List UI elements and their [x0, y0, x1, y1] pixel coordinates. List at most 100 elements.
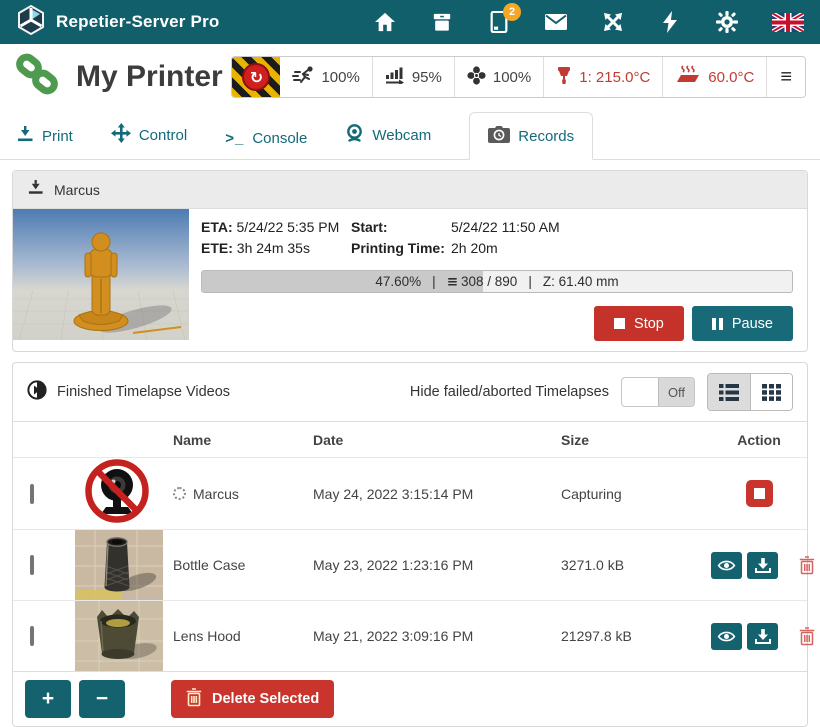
timelapse-panel: Finished Timelapse Videos Hide failed/ab… — [12, 362, 808, 727]
extruder-temp-status[interactable]: 1: 215.0°C — [543, 57, 662, 97]
webcam-tab-icon — [345, 124, 364, 147]
hamburger-icon: ≡ — [780, 66, 792, 89]
bolt-icon[interactable] — [658, 10, 682, 34]
job-panel-header: Marcus — [13, 171, 807, 209]
table-row: Bottle Case May 23, 2022 1:23:16 PM 3271… — [13, 529, 807, 600]
current-job-panel: Marcus — [12, 170, 808, 352]
archive-box-icon[interactable] — [430, 10, 454, 34]
queue-badge: 2 — [503, 3, 521, 21]
emergency-stop-icon: ↻ — [242, 63, 270, 91]
speed-status[interactable]: 100% — [280, 57, 371, 97]
delete-record-icon[interactable] — [799, 556, 815, 575]
ete-label: ETE: — [201, 240, 233, 256]
grid-view-button[interactable] — [750, 374, 792, 410]
table-row: Lens Hood May 21, 2022 3:09:16 PM 21297.… — [13, 600, 807, 671]
record-thumbnail — [75, 601, 163, 671]
top-navbar: Repetier-Server Pro 2 — [0, 0, 820, 44]
row-checkbox[interactable] — [30, 626, 34, 646]
download-video-button[interactable] — [747, 552, 778, 579]
records-tab-icon — [488, 125, 510, 147]
start-label: Start: — [351, 219, 388, 235]
record-name: Bottle Case — [173, 557, 313, 573]
bed-temp-value: 60.0°C — [708, 69, 754, 86]
print-progress-bar: 47.60% | ≡308 / 890 | Z: 61.40 mm — [201, 270, 793, 293]
pause-label: Pause — [732, 316, 773, 332]
minus-icon: − — [96, 687, 108, 711]
record-thumbnail — [75, 530, 163, 600]
flow-value: 95% — [412, 69, 442, 86]
brand[interactable]: Repetier-Server Pro — [16, 5, 219, 40]
list-view-button[interactable] — [708, 374, 750, 410]
nav-icons: 2 — [373, 10, 804, 34]
job-preview-image — [13, 209, 189, 340]
printer-title: My Printer — [76, 60, 223, 94]
toggle-knob — [622, 378, 659, 406]
progress-separator: | — [528, 274, 532, 289]
z-height-value: Z: 61.40 mm — [543, 274, 619, 289]
row-checkbox[interactable] — [30, 484, 34, 504]
stop-icon — [754, 488, 765, 499]
view-video-button[interactable] — [711, 552, 742, 579]
timelapse-header: Finished Timelapse Videos Hide failed/ab… — [13, 363, 807, 421]
toggle-state: Off — [659, 378, 694, 406]
row-checkbox[interactable] — [30, 555, 34, 575]
tab-records[interactable]: Records — [469, 112, 593, 160]
fan-status[interactable]: 100% — [454, 57, 543, 97]
start-value: 5/24/22 11:50 AM — [451, 219, 560, 235]
print-queue-icon[interactable]: 2 — [487, 10, 511, 34]
record-name: Lens Hood — [173, 628, 313, 644]
speed-value: 100% — [321, 69, 359, 86]
job-name: Marcus — [54, 182, 100, 198]
hide-failed-toggle[interactable]: Off — [621, 377, 695, 407]
printer-menu-button[interactable]: ≡ — [766, 57, 805, 97]
record-date: May 24, 2022 3:15:14 PM — [313, 486, 561, 502]
tab-console-label: Console — [252, 130, 307, 147]
printer-link-icon[interactable] — [14, 52, 60, 103]
console-tab-icon: >_ — [225, 130, 244, 147]
deselect-all-button[interactable]: − — [79, 680, 125, 718]
printing-time-value: 2h 20m — [451, 240, 498, 256]
column-size: Size — [561, 432, 711, 448]
control-tab-icon — [111, 123, 131, 147]
page: Repetier-Server Pro 2 — [0, 0, 820, 722]
bed-temp-status[interactable]: 60.0°C — [662, 57, 766, 97]
job-buttons: Stop Pause — [201, 306, 793, 341]
language-flag-icon[interactable] — [772, 10, 804, 34]
job-times: ETA: 5/24/22 5:35 PM Start: 5/24/22 11:5… — [201, 217, 793, 259]
speed-icon — [292, 66, 314, 88]
delete-selected-label: Delete Selected — [212, 691, 319, 707]
heated-bed-icon — [675, 65, 701, 89]
timelapse-footer: + − Delete Selected — [13, 671, 807, 726]
hide-failed-label: Hide failed/aborted Timelapses — [410, 384, 609, 400]
tab-control-label: Control — [139, 127, 187, 144]
select-all-button[interactable]: + — [25, 680, 71, 718]
plus-icon: + — [42, 687, 54, 711]
delete-record-icon[interactable] — [799, 627, 815, 646]
home-icon[interactable] — [373, 10, 397, 34]
tab-webcam-label: Webcam — [372, 127, 431, 144]
mail-icon[interactable] — [544, 10, 568, 34]
gear-icon[interactable] — [715, 10, 739, 34]
play-circle-icon — [27, 380, 47, 404]
printer-status-bar: ↻ 100% 95% 100% — [231, 56, 806, 98]
stop-button[interactable]: Stop — [594, 306, 684, 341]
progress-percent: 47.60% — [375, 274, 421, 289]
tab-control[interactable]: Control — [111, 111, 187, 159]
tab-console[interactable]: >_ Console — [225, 118, 307, 159]
trash-icon — [186, 688, 202, 711]
tab-webcam[interactable]: Webcam — [345, 112, 431, 159]
tab-print-label: Print — [42, 128, 73, 145]
download-video-button[interactable] — [747, 623, 778, 650]
expand-arrows-icon[interactable] — [601, 10, 625, 34]
tab-print[interactable]: Print — [16, 114, 73, 159]
pause-button[interactable]: Pause — [692, 306, 793, 341]
emergency-stop-button[interactable]: ↻ — [232, 57, 280, 97]
job-info: ETA: 5/24/22 5:35 PM Start: 5/24/22 11:5… — [189, 209, 807, 351]
delete-selected-button[interactable]: Delete Selected — [171, 680, 334, 718]
printing-time-label: Printing Time: — [351, 240, 445, 256]
brand-name: Repetier-Server Pro — [56, 12, 219, 32]
flow-status[interactable]: 95% — [372, 57, 454, 97]
layers-value: 308 / 890 — [461, 274, 517, 289]
view-video-button[interactable] — [711, 623, 742, 650]
stop-capture-button[interactable] — [746, 480, 773, 507]
